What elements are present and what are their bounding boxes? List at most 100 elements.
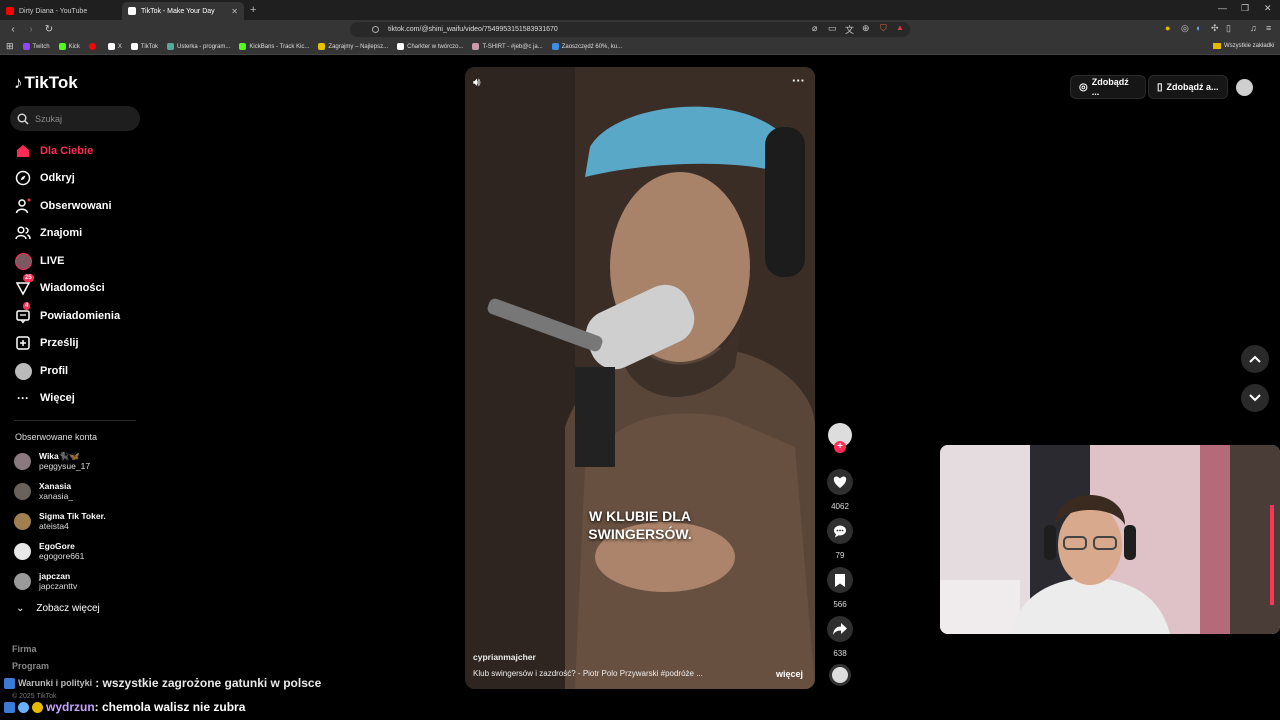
webcam-overlay [940, 445, 1280, 634]
account-item[interactable]: EgoGore egogore661 [14, 541, 84, 561]
cast-icon[interactable]: ▭ [828, 23, 837, 34]
account-item[interactable]: japczan japczanttv [14, 571, 77, 591]
tiktok-logo[interactable]: ♪ TikTok [14, 73, 78, 93]
tab-tiktok[interactable]: TikTok - Make Your Day ✕ [122, 2, 244, 20]
site-info-icon[interactable] [372, 26, 379, 33]
bookmark-zaoszczedz[interactable]: Zaoszczędź 60%, ku... [551, 43, 622, 50]
forward-button[interactable]: › [26, 24, 36, 35]
extension-icon[interactable]: ● [1165, 23, 1170, 33]
search-input[interactable]: Szukaj [10, 106, 140, 131]
nav-profil[interactable]: Profil [14, 360, 68, 382]
notifications-icon: 4 [14, 302, 32, 325]
previous-video-button[interactable] [1241, 345, 1269, 373]
bookmark-kick[interactable]: Kick [58, 43, 80, 50]
bookmark-usterka[interactable]: Usterka - program... [167, 43, 230, 50]
author-avatar[interactable]: + [826, 423, 854, 453]
url-text: tiktok.com/@shini_waifu/video/7549953151… [388, 26, 558, 33]
user-avatar[interactable] [1236, 79, 1253, 96]
nav-znajomi[interactable]: Znajomi [14, 222, 82, 244]
live-icon [14, 252, 32, 270]
nav-wiadomosci[interactable]: 25 Wiadomości [14, 274, 105, 299]
reload-button[interactable]: ↻ [44, 24, 54, 35]
all-bookmarks-folder[interactable]: Wszystkie zakładki [1213, 43, 1274, 49]
chevron-up-icon [1249, 355, 1261, 363]
volume-icon[interactable]: 🔊︎ [473, 75, 481, 90]
copyright: © 2025 TikTok [12, 693, 57, 700]
bookmark-charkter[interactable]: Charkter w twórczo... [397, 43, 463, 50]
tab-youtube[interactable]: Dirty Diana - YouTube [0, 2, 122, 20]
bookmark-x[interactable]: X [107, 43, 122, 50]
extension-icon[interactable]: ◎ [1181, 23, 1189, 34]
nav-live[interactable]: LIVE [14, 250, 64, 272]
like-count: 4062 [831, 502, 849, 511]
kick-icon [58, 43, 66, 50]
apps-icon[interactable]: ⊞ [6, 41, 14, 52]
get-coins-button[interactable]: ◎ Zdobądź ... [1070, 75, 1146, 99]
more-link[interactable]: więcej [776, 669, 803, 679]
bookmark-tiktok[interactable]: TikTok [130, 43, 158, 50]
account-item[interactable]: Sigma Tik Toker. ateista4 [14, 511, 106, 531]
minimize-button[interactable]: — [1218, 3, 1227, 13]
nav-przeslij[interactable]: Prześlij [14, 332, 79, 354]
nav-odkryj[interactable]: Odkryj [14, 167, 75, 189]
twitch-icon [22, 43, 30, 50]
following-icon [14, 197, 32, 215]
video-player[interactable]: 🔊︎ ··· W KLUBIE DLA SWINGERSÓW. cyprianm… [465, 67, 815, 689]
phone-icon: ▯ [1157, 81, 1163, 93]
share-button[interactable]: 638 [826, 616, 854, 658]
footer-link[interactable]: Program [12, 661, 49, 671]
sidebar-toggle-icon[interactable]: ▯ [1226, 23, 1231, 34]
avatar [14, 572, 31, 590]
friends-icon [14, 224, 32, 242]
tiktok-icon [130, 43, 138, 50]
bookmark-tshirt[interactable]: T-SHIRT - #jeb@c ja... [472, 43, 543, 50]
nav-wiecej[interactable]: ··· Więcej [14, 387, 75, 409]
get-app-button[interactable]: ▯ Zdobądź a... [1148, 75, 1228, 99]
number-badge-icon [32, 701, 43, 713]
translate-icon[interactable]: 文 [845, 23, 854, 36]
nav-dla-ciebie[interactable]: Dla Ciebie [14, 140, 93, 162]
eye-off-icon[interactable]: ⌀ [812, 23, 817, 34]
nav-powiadomienia[interactable]: 4 Powiadomienia [14, 302, 120, 327]
close-window-button[interactable]: ✕ [1264, 3, 1272, 14]
comment-button[interactable]: 79 [826, 518, 854, 560]
more-options-icon[interactable]: ··· [792, 73, 805, 88]
close-tab-icon[interactable]: ✕ [231, 7, 238, 16]
extensions-puzzle-icon[interactable]: ✣ [1211, 23, 1219, 34]
bookmark-zagrajmy[interactable]: Zagrajmy – Najlepsz... [318, 43, 388, 50]
footer-link[interactable]: Firma [12, 644, 37, 654]
chat-text: : wszystkie zagrożone gatunki w polsce [95, 676, 322, 690]
sound-disc[interactable] [826, 664, 854, 686]
account-item[interactable]: Xanasia xanasia_ [14, 481, 73, 501]
see-more-button[interactable]: ⌄ Zobacz więcej [16, 603, 100, 614]
restore-button[interactable]: ❐ [1241, 3, 1249, 14]
tab-title: TikTok - Make Your Day [141, 7, 215, 15]
video-author[interactable]: cyprianmajcher [473, 652, 536, 662]
bookmark-kickbans[interactable]: KickBans - Track Kic... [239, 43, 309, 50]
like-button[interactable]: 4062 [826, 469, 854, 511]
zoom-icon[interactable]: ⊕ [862, 23, 870, 34]
bookmark-icon [397, 43, 405, 50]
nav-obserwowani[interactable]: Obserwowani [14, 195, 112, 217]
url-bar[interactable]: tiktok.com/@shini_waifu/video/7549953151… [350, 22, 910, 37]
x-icon [107, 43, 115, 50]
brave-shield-icon[interactable]: ⛉ [880, 23, 887, 34]
account-item[interactable]: Wika🐈‍⬛🦋 peggysue_17 [14, 451, 90, 471]
share-icon [827, 616, 853, 642]
new-tab-button[interactable]: + [250, 4, 256, 16]
media-icon[interactable]: ♫ [1250, 23, 1257, 33]
search-icon [17, 113, 29, 124]
save-button[interactable]: 566 [826, 567, 854, 609]
extension-icon[interactable]: ◐ [1196, 23, 1201, 33]
bookmark-youtube[interactable] [88, 43, 99, 50]
rewards-icon[interactable]: ▲ [896, 23, 904, 32]
menu-icon[interactable]: ≡ [1266, 23, 1271, 33]
bookmark-icon [239, 43, 247, 50]
next-video-button[interactable] [1241, 384, 1269, 412]
bookmarks-bar: ⊞ Twitch Kick X TikTok Usterka - program… [0, 39, 1280, 55]
video-caption: W KLUBIE DLA SWINGERSÓW. [588, 508, 692, 542]
home-icon [14, 142, 32, 160]
back-button[interactable]: ‹ [8, 24, 18, 35]
bookmark-twitch[interactable]: Twitch [22, 43, 50, 50]
follow-plus-icon[interactable]: + [834, 441, 846, 453]
